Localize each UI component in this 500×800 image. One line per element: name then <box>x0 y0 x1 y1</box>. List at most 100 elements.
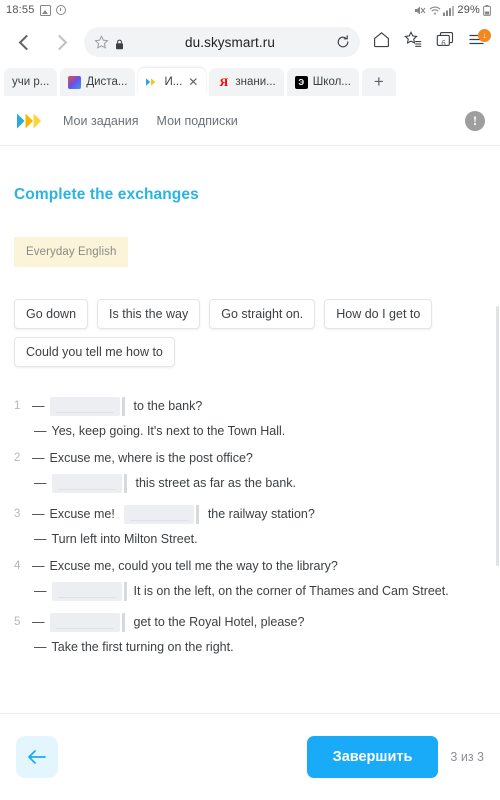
mute-icon <box>414 5 426 16</box>
star-icon[interactable] <box>94 34 109 50</box>
nav-link-my-tasks[interactable]: Мои задания <box>63 114 139 128</box>
exclamation-circle-icon[interactable]: ! <box>465 110 485 131</box>
address-bar[interactable]: du.skysmart.ru <box>84 27 360 57</box>
reload-icon[interactable] <box>336 35 350 49</box>
dialogue-dash: — <box>32 451 45 465</box>
dialogue-dash: — <box>34 424 47 438</box>
exercise-text: Take the first turning on the right. <box>51 640 234 654</box>
answer-chip[interactable]: How do I get to <box>324 299 433 329</box>
exercise-text: the railway station? <box>207 507 315 521</box>
scrollbar-thumb[interactable] <box>496 306 499 566</box>
battery-percent-label: 29% <box>457 4 480 16</box>
status-clock: 18:55 <box>6 4 35 16</box>
exercise-text: Excuse me, where is the post office? <box>49 451 253 465</box>
chevron-right-icon <box>51 34 68 50</box>
exercise-line: 3 — Excuse me! the railway station? <box>14 505 486 524</box>
exercise-text: Yes, keep going. It's next to the Town H… <box>51 424 286 438</box>
image-icon <box>39 4 51 16</box>
skysmart-logo-icon[interactable] <box>15 110 45 132</box>
exercise-line: 4 — Excuse me, could you tell me the way… <box>14 559 486 574</box>
dialogue-dash: — <box>34 476 47 490</box>
exercise-line: 5 — get to the Royal Hotel, please? <box>14 613 486 632</box>
bookmarks-button[interactable] <box>398 25 428 59</box>
home-button[interactable] <box>366 25 396 59</box>
blank-caret <box>123 474 127 493</box>
answer-blank[interactable] <box>51 474 122 493</box>
dialogue-dash: — <box>34 640 47 654</box>
alarm-icon <box>55 5 66 15</box>
menu-download-badge: ↓ <box>478 29 491 42</box>
school-favicon-icon: Э <box>294 75 308 89</box>
dialogue-dash: — <box>32 399 45 413</box>
exercise-line: 2 — Excuse me, where is the post office? <box>14 451 486 466</box>
dialogue-dash: — <box>34 584 47 598</box>
finish-button[interactable]: Завершить <box>306 736 439 778</box>
exercise-number: 3 <box>14 507 21 520</box>
exercise-line: 1 — to the bank? <box>14 397 486 416</box>
tabs-button[interactable]: 6 <box>430 25 460 59</box>
exercise-line: — It is on the left, on the corner of Th… <box>14 582 486 601</box>
answer-chip[interactable]: Go down <box>14 299 89 329</box>
home-icon <box>373 31 390 53</box>
tab-label: учи р... <box>12 76 50 88</box>
dialogue-dash: — <box>32 559 45 573</box>
exercise-number: 4 <box>14 559 21 572</box>
skysmart-favicon-icon <box>146 76 159 89</box>
exercise-line: — Turn left into Milton Street. <box>14 532 486 547</box>
menu-button[interactable]: ↓ <box>462 25 492 59</box>
exercise-text: to the bank? <box>133 399 203 413</box>
bottom-action-bar: Завершить 3 из 3 <box>0 713 500 800</box>
answer-blank[interactable] <box>51 582 122 601</box>
exercise-text-pre: Excuse me! <box>49 507 115 521</box>
chevron-left-icon <box>18 34 35 50</box>
blank-caret <box>121 397 125 416</box>
exercise-line: — Take the first turning on the right. <box>14 640 486 655</box>
exercise-text: Turn left into Milton Street. <box>51 532 198 546</box>
status-bar-right: 29% <box>414 4 494 16</box>
dialogue-dash: — <box>32 507 45 521</box>
answer-chip[interactable]: Could you tell me how to <box>14 337 175 367</box>
blank-caret <box>121 613 125 632</box>
lock-icon <box>115 37 124 49</box>
app-header: Мои задания Мои подписки ! <box>0 96 500 146</box>
blank-caret <box>123 582 127 601</box>
exercise-item-1: 1 — to the bank? — Yes, keep going. It's… <box>14 397 486 439</box>
exercise-list: 1 — to the bank? — Yes, keep going. It's… <box>14 397 486 655</box>
browser-tab-1[interactable]: Диста... <box>60 68 136 96</box>
answer-blank[interactable] <box>49 397 120 416</box>
exercise-line: — this street as far as the bank. <box>14 474 486 493</box>
exercise-number: 1 <box>14 399 21 412</box>
bookmarks-star-icon <box>404 31 422 53</box>
tab-label: знани... <box>235 76 276 88</box>
signal-icon <box>443 5 455 16</box>
exercise-text: get to the Royal Hotel, please? <box>133 615 305 629</box>
exercise-item-4: 4 — Excuse me, could you tell me the way… <box>14 559 486 601</box>
forward-button[interactable] <box>44 25 78 59</box>
browser-tab-3[interactable]: Я знани... <box>209 68 284 96</box>
browser-tab-2-active[interactable]: И... ✕ <box>138 68 207 96</box>
yandex-favicon-icon: Я <box>219 74 229 89</box>
tab-label: И... <box>164 76 183 88</box>
wifi-icon <box>429 5 441 16</box>
answer-chip[interactable]: Go straight on. <box>209 299 316 329</box>
answer-blank[interactable] <box>49 613 120 632</box>
exercise-text: this street as far as the bank. <box>135 476 297 490</box>
arrow-left-icon <box>27 749 47 765</box>
exercise-text: It is on the left, on the corner of Tham… <box>133 584 449 598</box>
browser-tab-4[interactable]: Э Школ... <box>286 68 359 96</box>
system-status-bar: 18:55 29% <box>0 0 500 20</box>
browser-toolbar: du.skysmart.ru 6 ↓ <box>0 20 500 64</box>
close-icon[interactable]: ✕ <box>188 76 198 88</box>
tab-label: Школ... <box>312 76 351 88</box>
task-counter-label: 3 из 3 <box>450 750 484 764</box>
new-tab-button[interactable]: + <box>361 68 396 96</box>
nav-link-my-subscriptions[interactable]: Мои подписки <box>157 114 238 128</box>
previous-task-button[interactable] <box>16 736 58 778</box>
dialogue-dash: — <box>32 615 45 629</box>
answer-blank[interactable] <box>123 505 194 524</box>
tabs-count-label: 6 <box>441 39 446 48</box>
browser-tab-0[interactable]: учи р... <box>4 68 58 96</box>
back-button[interactable] <box>8 25 42 59</box>
answer-chip[interactable]: Is this the way <box>97 299 201 329</box>
url-text: du.skysmart.ru <box>185 34 275 50</box>
